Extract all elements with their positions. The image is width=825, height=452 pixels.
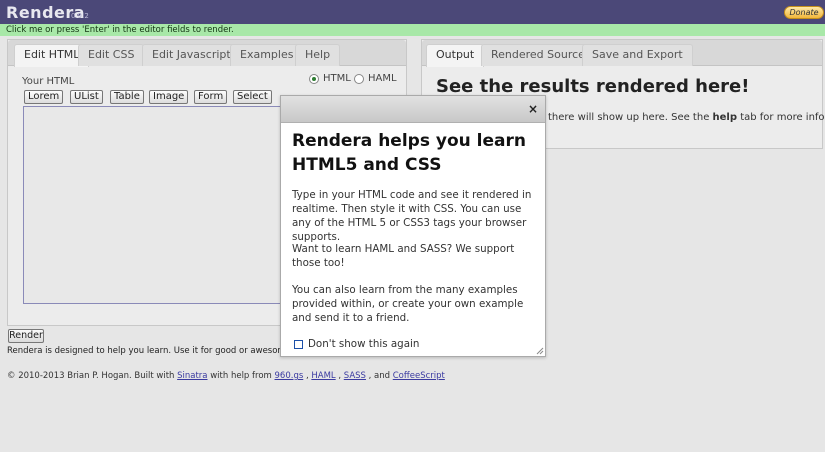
designed-note: Rendera is designed to help you learn. U… [7, 346, 307, 356]
output-title: See the results rendered here! [436, 76, 750, 97]
dont-show-again-label: Don't show this again [308, 338, 420, 350]
tab-output[interactable]: Output [426, 44, 485, 67]
coffeescript-link[interactable]: CoffeeScript [393, 371, 445, 381]
tab-examples[interactable]: Examples [230, 44, 304, 66]
footer-copyright: © 2010-2013 Brian P. Hogan. Built with [7, 371, 178, 381]
radio-unselected-icon[interactable] [354, 73, 364, 84]
tab-edit-javascript[interactable]: Edit Javascript [142, 44, 241, 66]
tab-help[interactable]: Help [295, 44, 341, 66]
footer-sep: , [335, 371, 344, 381]
output-text: tab for more info. [737, 112, 825, 123]
snippet-form-button[interactable]: Form [194, 90, 228, 104]
snippet-select-button[interactable]: Select [233, 90, 272, 104]
dialog-paragraph: Type in your HTML code and see it render… [292, 189, 532, 243]
mode-radio-html[interactable]: HTML [309, 73, 351, 84]
tab-edit-css[interactable]: Edit CSS [78, 44, 145, 66]
dont-show-again-checkbox[interactable] [294, 339, 303, 349]
snippet-lorem-button[interactable]: Lorem [24, 90, 64, 104]
output-description: there will show up here. See the help ta… [548, 112, 825, 123]
footer: © 2010-2013 Brian P. Hogan. Built with S… [7, 371, 445, 381]
dialog-paragraph: You can also learn from the many example… [292, 284, 524, 324]
output-help-word: help [712, 112, 738, 123]
haml-link[interactable]: HAML [311, 371, 335, 381]
snippet-table-button[interactable]: Table [110, 90, 144, 104]
app-version: 0.9.2 [71, 12, 89, 20]
dialog-titlebar[interactable]: × [281, 96, 545, 123]
editor-heading: Your HTML [22, 76, 75, 87]
app-header: Rendera 0.9.2 Donate [0, 0, 825, 24]
editor-tabbar: Edit HTML Edit CSS Edit Javascript Examp… [8, 40, 406, 67]
welcome-dialog: × Rendera helps you learn HTML5 and CSS … [280, 95, 546, 357]
render-button[interactable]: Render [8, 329, 44, 343]
donate-button[interactable]: Donate [784, 6, 824, 19]
dialog-paragraph: Want to learn HAML and SASS? We support … [292, 243, 515, 269]
tab-save-and-export[interactable]: Save and Export [582, 44, 693, 66]
mode-radio-haml[interactable]: HAML [354, 73, 397, 84]
tab-rendered-source[interactable]: Rendered Source [481, 44, 595, 66]
snippet-ulist-button[interactable]: UList [70, 90, 103, 104]
footer-sep: , and [365, 371, 393, 381]
close-icon[interactable]: × [528, 103, 538, 115]
mode-label-html: HTML [323, 73, 351, 84]
resize-grip-icon[interactable] [536, 347, 544, 355]
sinatra-link[interactable]: Sinatra [177, 371, 207, 381]
footer-text: with help from [207, 371, 275, 381]
mode-label-haml: HAML [368, 73, 397, 84]
dont-show-again-option[interactable]: Don't show this again [294, 338, 419, 350]
output-text: there will show up here. See the [548, 112, 713, 123]
960gs-link[interactable]: 960.gs [275, 371, 304, 381]
output-tabbar: Output Rendered Source Save and Export [422, 40, 822, 67]
snippet-image-button[interactable]: Image [149, 90, 189, 104]
radio-selected-icon[interactable] [309, 73, 319, 84]
dialog-heading: Rendera helps you learn HTML5 and CSS [292, 131, 526, 175]
sass-link[interactable]: SASS [344, 371, 366, 381]
render-notice-bar[interactable]: Click me or press 'Enter' in the editor … [0, 24, 825, 36]
